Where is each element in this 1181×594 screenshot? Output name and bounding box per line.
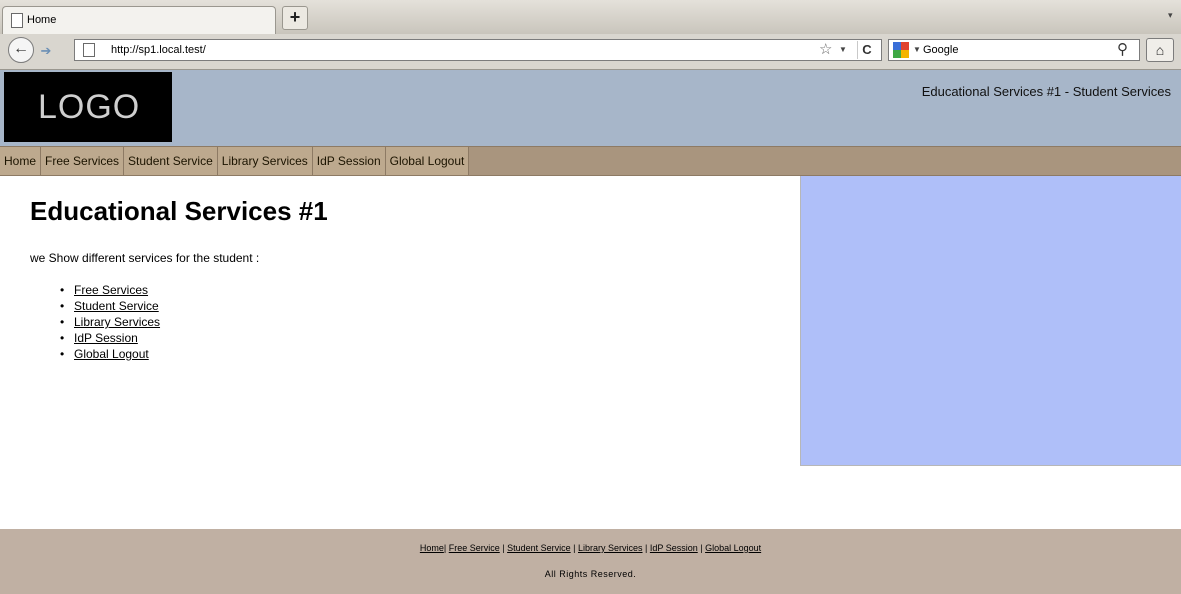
nav-item-home[interactable]: Home xyxy=(0,147,42,175)
new-tab-button[interactable]: + xyxy=(282,6,308,30)
bullet-icon: • xyxy=(60,347,65,361)
list-item: • Global Logout xyxy=(60,346,160,362)
google-icon[interactable] xyxy=(893,42,909,58)
intro-text: we Show different services for the stude… xyxy=(30,251,260,265)
footer-link-library-services[interactable]: Library Services xyxy=(578,543,643,553)
page-footer: Home| Free Service | Student Service | L… xyxy=(0,529,1181,594)
service-link-idp-session[interactable]: IdP Session xyxy=(74,331,138,345)
footer-separator: | xyxy=(570,543,578,553)
logo: LOGO xyxy=(4,72,172,142)
footer-link-free-service[interactable]: Free Service xyxy=(449,543,500,553)
nav-item-idp-session[interactable]: IdP Session xyxy=(312,147,386,175)
footer-separator: | xyxy=(499,543,508,553)
address-bar[interactable]: http://sp1.local.test/ ☆ ▼ C xyxy=(74,39,882,61)
list-item: • Free Services xyxy=(60,282,160,298)
copyright-text: All Rights Reserved. xyxy=(544,569,637,579)
bullet-icon: • xyxy=(60,315,65,329)
page-icon xyxy=(11,13,23,28)
sidebar-panel xyxy=(800,176,1181,466)
service-link-free-services[interactable]: Free Services xyxy=(74,283,148,297)
footer-link-idp-session[interactable]: IdP Session xyxy=(650,543,698,553)
list-item: • Library Services xyxy=(60,314,160,330)
search-engine-label[interactable]: Google xyxy=(923,44,958,56)
nav-item-global-logout[interactable]: Global Logout xyxy=(385,147,470,175)
bullet-icon: • xyxy=(60,331,65,345)
bullet-icon: • xyxy=(60,283,65,297)
tab-home[interactable]: Home xyxy=(2,6,276,34)
footer-link-global-logout[interactable]: Global Logout xyxy=(705,543,761,553)
forward-button[interactable]: ➔ xyxy=(36,42,56,60)
service-link-library-services[interactable]: Library Services xyxy=(74,315,160,329)
main-content: Educational Services #1 xyxy=(30,196,770,227)
tab-bar: Home + ▾ xyxy=(0,0,1181,34)
browser-chrome: Home + ▾ ← ➔ http://sp1.local.test/ ☆ ▼ … xyxy=(0,0,1181,70)
list-item: • IdP Session xyxy=(60,330,160,346)
chevron-down-icon[interactable]: ▼ xyxy=(913,45,921,54)
footer-separator: | xyxy=(443,543,447,553)
service-link-global-logout[interactable]: Global Logout xyxy=(74,347,149,361)
tab-list-icon[interactable]: ▾ xyxy=(1168,10,1173,21)
home-button[interactable]: ⌂ xyxy=(1146,38,1174,62)
magnifier-icon[interactable]: ⚲ xyxy=(1117,41,1128,59)
chevron-down-icon[interactable]: ▼ xyxy=(839,45,847,54)
nav-item-student-service[interactable]: Student Service xyxy=(124,147,218,175)
forward-arrow-icon: ➔ xyxy=(40,43,52,58)
page-header xyxy=(0,70,1181,146)
top-navigation: Home Free Services Student Service Libra… xyxy=(0,146,1181,176)
nav-item-free-services[interactable]: Free Services xyxy=(41,147,125,175)
nav-item-library-services[interactable]: Library Services xyxy=(217,147,313,175)
footer-links: Home| Free Service | Student Service | L… xyxy=(0,543,1181,553)
tab-title: Home xyxy=(27,14,57,26)
star-icon[interactable]: ☆ xyxy=(819,41,832,59)
site-title: Educational Services #1 - Student Servic… xyxy=(921,84,1171,99)
reload-icon[interactable]: C xyxy=(857,41,876,59)
bullet-icon: • xyxy=(60,299,65,313)
footer-link-home[interactable]: Home xyxy=(420,543,444,553)
footer-link-student-service[interactable]: Student Service xyxy=(507,543,571,553)
back-button[interactable]: ← xyxy=(8,37,34,63)
service-link-student-service[interactable]: Student Service xyxy=(74,299,159,313)
services-list: • Free Services • Student Service • Library… xyxy=(60,282,160,362)
home-icon: ⌂ xyxy=(1155,42,1165,58)
url-text[interactable]: http://sp1.local.test/ xyxy=(111,44,206,56)
back-arrow-icon: ← xyxy=(13,40,29,57)
footer-separator: | xyxy=(697,543,706,553)
footer-separator: | xyxy=(642,543,650,553)
navigation-toolbar: ← ➔ http://sp1.local.test/ ☆ ▼ C ▼ Googl… xyxy=(0,34,1181,70)
search-bar[interactable]: ▼ Google ⚲ xyxy=(888,39,1140,61)
list-item: • Student Service xyxy=(60,298,160,314)
page-icon xyxy=(83,43,95,57)
page-title: Educational Services #1 xyxy=(30,196,328,226)
